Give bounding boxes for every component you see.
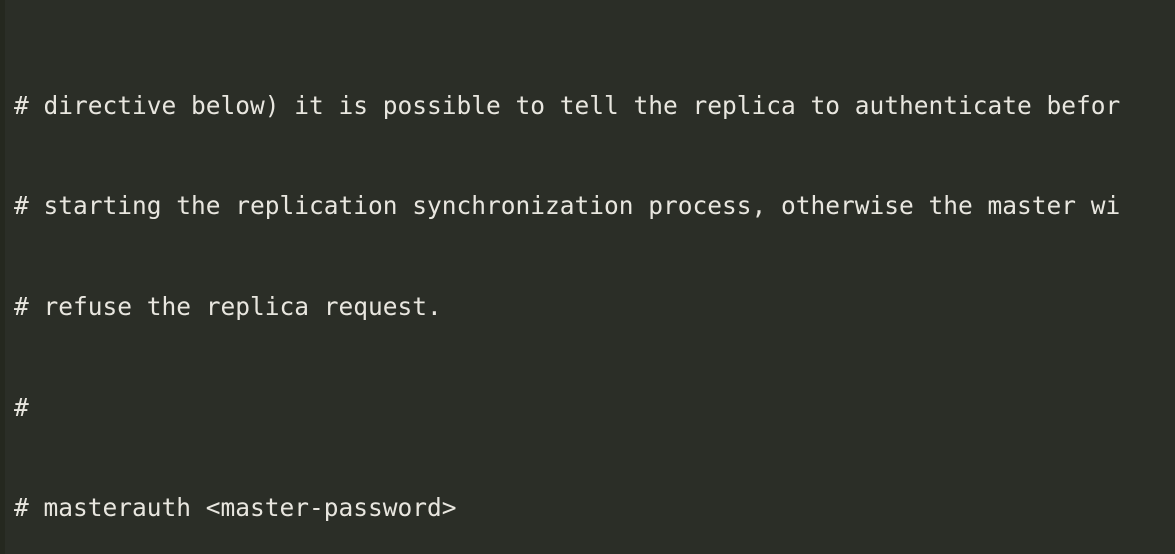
code-line[interactable]: # refuse the replica request. <box>0 290 1175 324</box>
code-line[interactable]: # masterauth <master-password> <box>0 491 1175 525</box>
code-line[interactable]: # starting the replication synchronizati… <box>0 189 1175 223</box>
code-line[interactable]: # <box>0 391 1175 425</box>
code-line[interactable]: # directive below) it is possible to tel… <box>0 89 1175 123</box>
editor-text-area[interactable]: # directive below) it is possible to tel… <box>0 0 1175 554</box>
code-editor-viewport[interactable]: # directive below) it is possible to tel… <box>0 0 1175 554</box>
editor-gutter <box>0 0 5 554</box>
